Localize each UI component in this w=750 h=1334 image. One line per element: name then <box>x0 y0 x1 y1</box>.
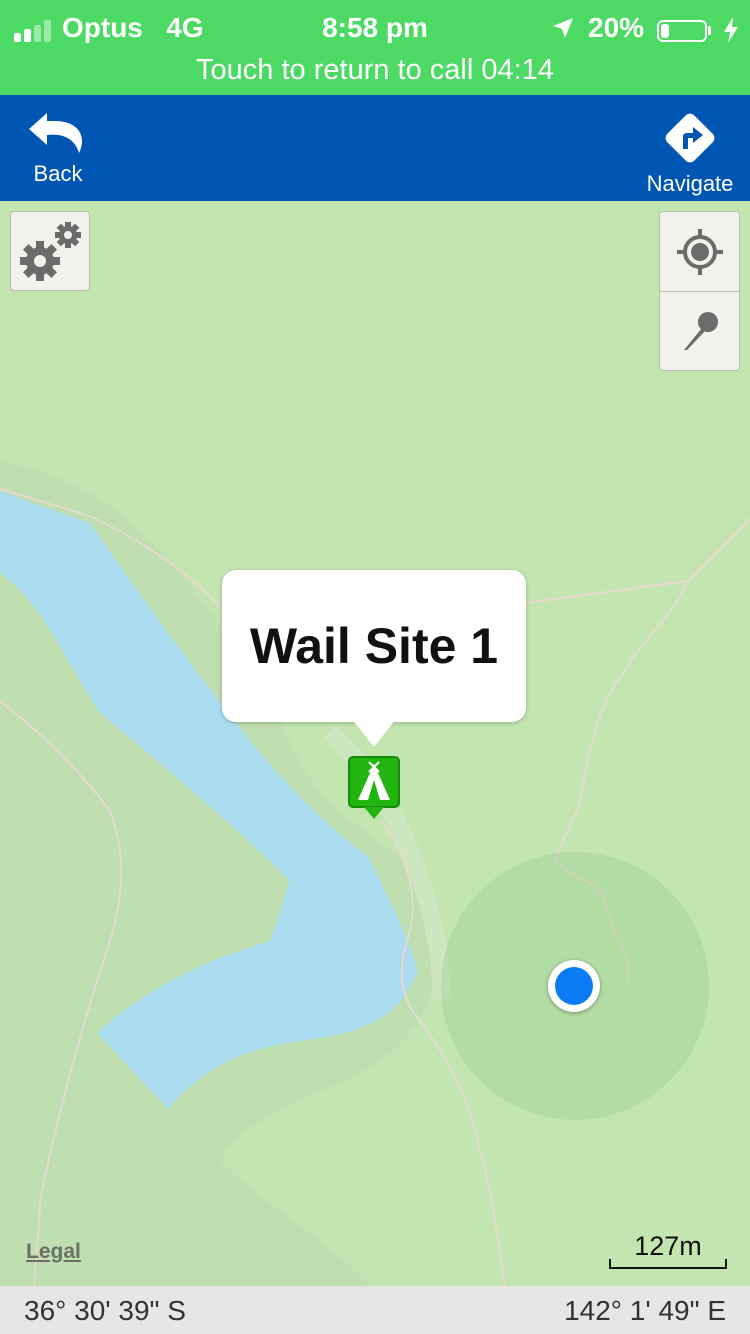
map-pin-icon <box>683 311 718 350</box>
battery-percent: 20% <box>588 12 645 43</box>
undo-arrow-icon <box>29 113 82 153</box>
map-view[interactable]: Wail Site 1 Legal 127m <box>0 201 750 1286</box>
user-location-dot <box>548 960 600 1012</box>
gears-icon <box>20 222 81 281</box>
back-label: Back <box>33 161 83 186</box>
turn-right-diamond-icon <box>665 113 715 163</box>
locate-me-button[interactable] <box>660 212 739 291</box>
status-bar: Optus 4G 8:58 pm 20% Touch to return to … <box>0 0 750 95</box>
callout-title: Wail Site 1 <box>249 618 499 674</box>
scale-bar <box>609 1259 727 1269</box>
coordinates-bar: 36° 30' 39" S 142° 1' 49" E <box>0 1286 750 1334</box>
navigation-bar: Back Navigate <box>0 95 750 201</box>
map-settings-button[interactable] <box>10 211 90 291</box>
battery-nub <box>708 26 711 35</box>
navigate-button[interactable]: Navigate <box>642 109 738 197</box>
crosshair-target-icon <box>676 228 723 275</box>
battery-icon <box>657 20 707 42</box>
navigate-label: Navigate <box>646 171 734 196</box>
back-button[interactable]: Back <box>18 109 98 187</box>
return-to-call-banner[interactable]: Touch to return to call 04:14 <box>0 54 750 87</box>
site-callout[interactable]: Wail Site 1 <box>222 570 526 722</box>
location-arrow-icon <box>553 18 573 38</box>
callout-pointer <box>352 719 396 747</box>
campsite-marker[interactable] <box>348 756 400 820</box>
legal-link[interactable]: Legal <box>26 1240 81 1264</box>
map-controls <box>659 211 740 371</box>
map-scale: 127m <box>609 1231 727 1269</box>
drop-pin-button[interactable] <box>660 292 739 370</box>
latitude-readout: 36° 30' 39" S <box>24 1295 186 1326</box>
charging-bolt-icon <box>724 17 738 43</box>
scale-label: 127m <box>634 1231 702 1261</box>
longitude-readout: 142° 1' 49" E <box>564 1295 726 1326</box>
